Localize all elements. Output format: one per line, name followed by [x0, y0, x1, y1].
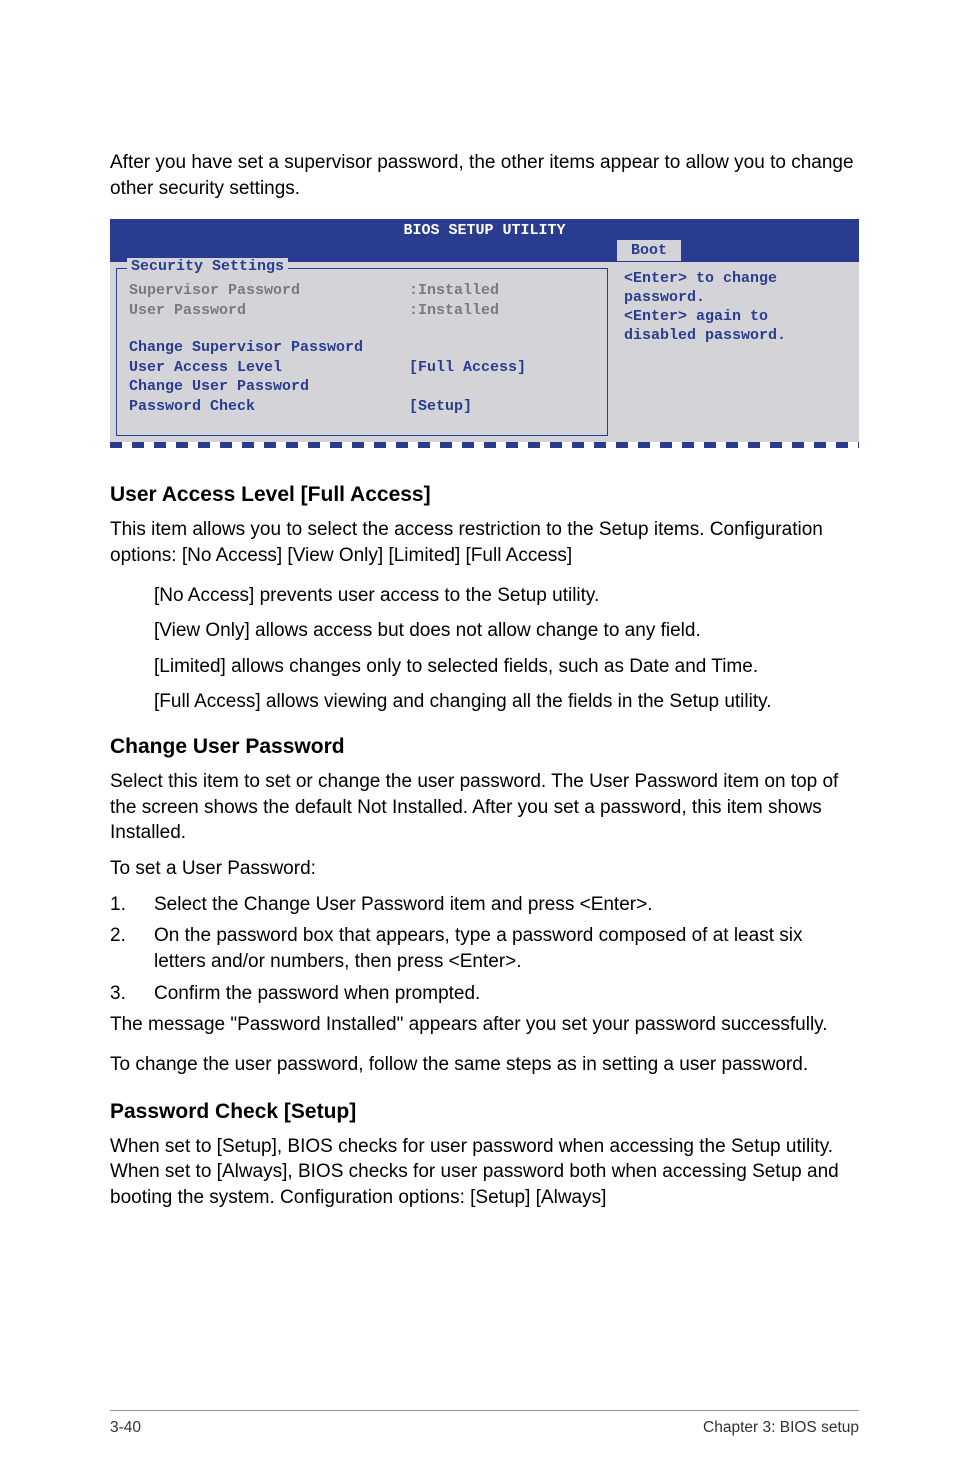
user-access-level-heading: User Access Level [Full Access] — [110, 483, 859, 507]
password-check-desc: When set to [Setup], BIOS checks for use… — [110, 1134, 859, 1211]
user-access-level-desc: This item allows you to select the acces… — [110, 517, 859, 568]
password-check-heading: Password Check [Setup] — [110, 1100, 859, 1124]
set-password-steps: Select the Change User Password item and… — [110, 892, 859, 1007]
user-access-level-value: [Full Access] — [409, 358, 595, 378]
bios-section-title: Security Settings — [127, 258, 288, 275]
step-2: On the password box that appears, type a… — [110, 923, 859, 974]
password-installed-message: The message "Password Installed" appears… — [110, 1012, 859, 1038]
bios-help-panel: <Enter> to change password. <Enter> agai… — [614, 262, 859, 442]
view-only-option: [View Only] allows access but does not a… — [154, 618, 859, 644]
bios-screenshot: BIOS SETUP UTILITY Boot Security Setting… — [110, 219, 859, 448]
chapter-label: Chapter 3: BIOS setup — [703, 1419, 859, 1437]
page-number: 3-40 — [110, 1419, 141, 1437]
to-change-user-password: To change the user password, follow the … — [110, 1052, 859, 1078]
no-access-option: [No Access] prevents user access to the … — [154, 583, 859, 609]
change-user-password-desc: Select this item to set or change the us… — [110, 769, 859, 846]
change-user-password-heading: Change User Password — [110, 735, 859, 759]
help-line-4: disabled password. — [624, 327, 845, 346]
step-1: Select the Change User Password item and… — [110, 892, 859, 918]
bios-title-bar: BIOS SETUP UTILITY — [110, 219, 859, 240]
supervisor-password-value: :Installed — [409, 281, 595, 301]
change-user-password-item: Change User Password — [129, 377, 409, 397]
change-supervisor-password-item: Change Supervisor Password — [129, 338, 409, 358]
user-password-label: User Password — [129, 301, 409, 321]
bios-tab-boot: Boot — [617, 240, 681, 261]
intro-paragraph: After you have set a supervisor password… — [110, 150, 859, 201]
password-check-label: Password Check — [129, 397, 409, 417]
user-access-level-label: User Access Level — [129, 358, 409, 378]
limited-option: [Limited] allows changes only to selecte… — [154, 654, 859, 680]
full-access-option: [Full Access] allows viewing and changin… — [154, 689, 859, 715]
help-line-3: <Enter> again to — [624, 308, 845, 327]
user-password-value: :Installed — [409, 301, 595, 321]
bios-main-panel: Security Settings Supervisor Password :I… — [116, 268, 608, 436]
help-line-2: password. — [624, 289, 845, 308]
bios-torn-edge — [110, 442, 859, 448]
supervisor-password-label: Supervisor Password — [129, 281, 409, 301]
help-line-1: <Enter> to change — [624, 270, 845, 289]
password-check-value: [Setup] — [409, 397, 595, 417]
to-set-user-password: To set a User Password: — [110, 856, 859, 882]
page-footer: 3-40 Chapter 3: BIOS setup — [110, 1410, 859, 1437]
step-3: Confirm the password when prompted. — [110, 981, 859, 1007]
